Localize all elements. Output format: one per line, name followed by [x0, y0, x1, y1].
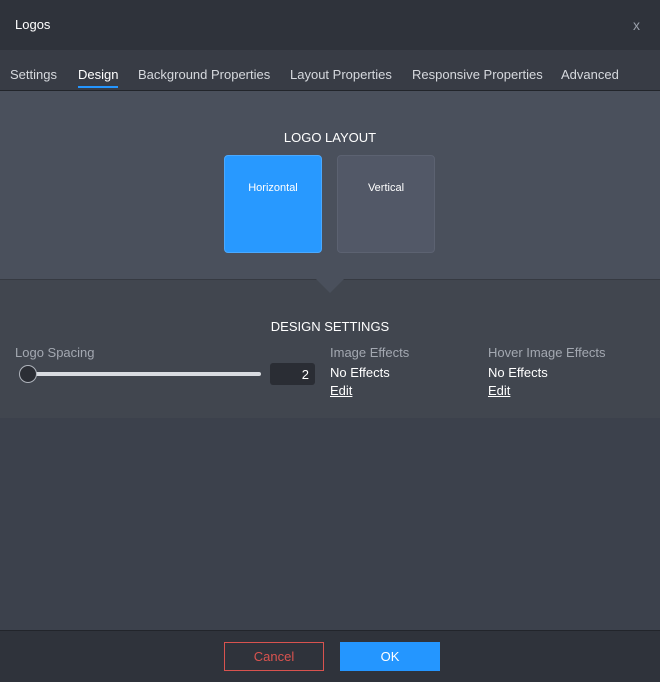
hover-image-effects-value: No Effects — [488, 365, 548, 380]
logo-layout-section — [0, 91, 660, 279]
hover-image-effects-label: Hover Image Effects — [488, 345, 606, 360]
dialog-titlebar: Logos x — [0, 0, 660, 50]
tab-responsive-properties[interactable]: Responsive Properties — [412, 67, 543, 82]
logo-layout-title: LOGO LAYOUT — [283, 130, 377, 145]
tab-advanced[interactable]: Advanced — [561, 67, 619, 82]
tab-layout-properties[interactable]: Layout Properties — [290, 67, 392, 82]
layout-option-horizontal[interactable]: Horizontal — [224, 155, 322, 253]
tab-settings[interactable]: Settings — [10, 67, 57, 82]
active-tab-indicator — [78, 86, 118, 88]
tab-bar: Settings Design Background Properties La… — [0, 50, 660, 91]
logo-spacing-slider-track[interactable] — [20, 372, 261, 376]
cancel-button[interactable]: Cancel — [224, 642, 324, 671]
logo-spacing-slider-handle[interactable] — [19, 365, 37, 383]
logo-spacing-label: Logo Spacing — [15, 345, 95, 360]
layout-option-label: Vertical — [367, 182, 405, 194]
logo-spacing-input[interactable] — [270, 363, 315, 385]
layout-option-label: Horizontal — [248, 182, 298, 194]
layout-option-vertical[interactable]: Vertical — [337, 155, 435, 253]
dialog-footer — [0, 630, 660, 682]
ok-button[interactable]: OK — [340, 642, 440, 671]
section-pointer — [316, 279, 344, 293]
image-effects-value: No Effects — [330, 365, 390, 380]
hover-image-effects-edit-link[interactable]: Edit — [488, 383, 510, 398]
image-effects-label: Image Effects — [330, 345, 410, 360]
close-icon[interactable]: x — [633, 17, 640, 33]
design-settings-title: DESIGN SETTINGS — [270, 319, 390, 334]
tab-background-properties[interactable]: Background Properties — [138, 67, 270, 82]
image-effects-edit-link[interactable]: Edit — [330, 383, 352, 398]
tab-design[interactable]: Design — [78, 67, 118, 82]
dialog-title: Logos — [15, 17, 51, 32]
